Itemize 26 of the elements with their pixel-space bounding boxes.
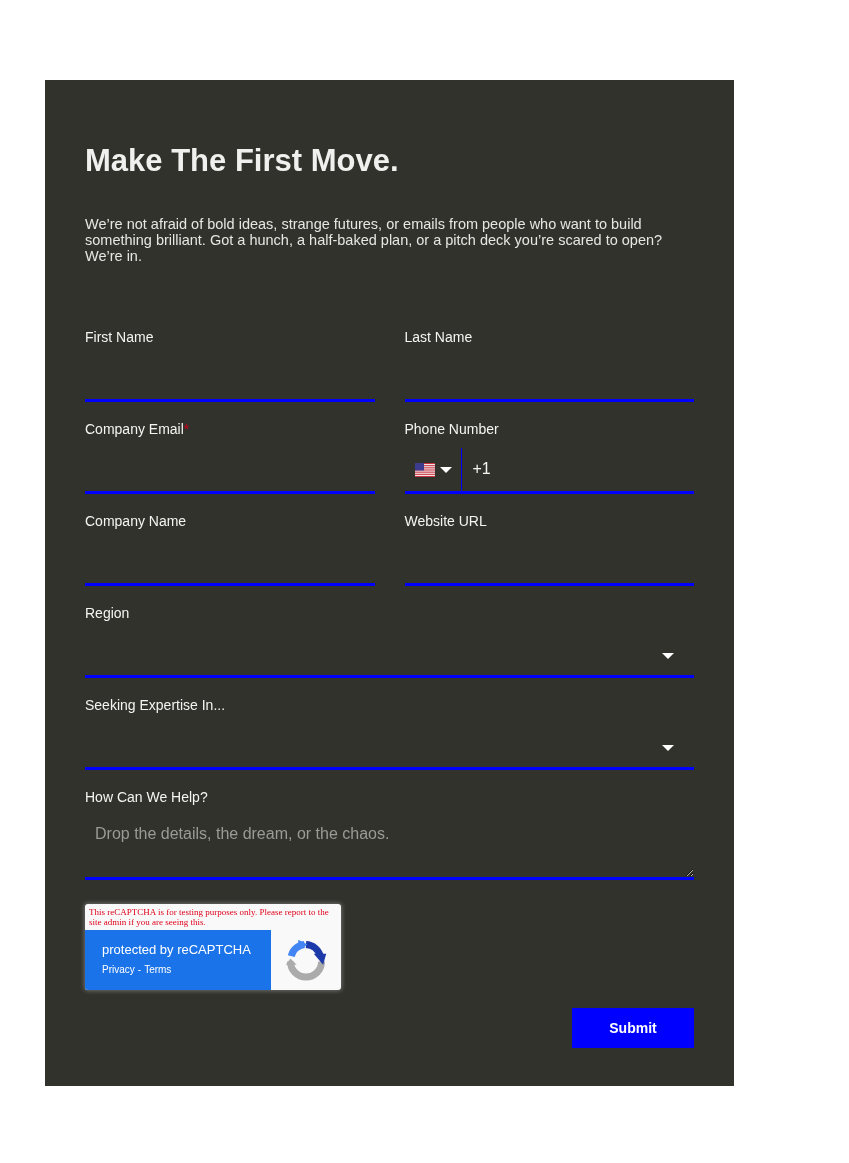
field-label: How Can We Help? [85, 788, 208, 806]
message-textarea[interactable]: Drop the details, the dream, or the chaos. [85, 806, 694, 880]
circular-arrows-icon [285, 939, 327, 981]
field-label: Seeking Expertise In... [85, 696, 226, 714]
field-label: First Name [85, 328, 154, 346]
captcha-title: protected by reCAPTCHA [102, 942, 252, 958]
country-select[interactable] [404, 448, 462, 494]
submit-button[interactable]: Submit [572, 1008, 694, 1048]
intro-text: We’re not afraid of bold ideas, strange futures, or emails from people who want to build something brilliant. Got a hunch, a half-baked plan, or a pitch deck you’re scared to open? We’re in. [85, 216, 664, 264]
field-label: Website URL [404, 512, 487, 530]
field-label: Phone Number [404, 420, 499, 438]
required-mark: * [183, 420, 190, 438]
flag-icon [414, 462, 435, 477]
captcha-notice: This reCAPTCHA is for testing purposes only. Please report to the site admin if you are seeing this. [88, 906, 330, 929]
caret-icon [662, 744, 674, 751]
form-title: Make The First Move. [85, 142, 399, 179]
captcha-link[interactable]: Privacy [102, 963, 135, 976]
link-separator: - [137, 963, 142, 976]
field-label: Company Name [85, 512, 187, 530]
field-label: Region [85, 604, 130, 622]
caret-icon [662, 652, 674, 659]
phone-input[interactable]: +1 [461, 438, 694, 494]
field-label: Company Email [85, 420, 184, 438]
captcha-link[interactable]: Terms [144, 963, 172, 976]
caret-icon [439, 466, 452, 473]
field-label: Last Name [404, 328, 473, 346]
